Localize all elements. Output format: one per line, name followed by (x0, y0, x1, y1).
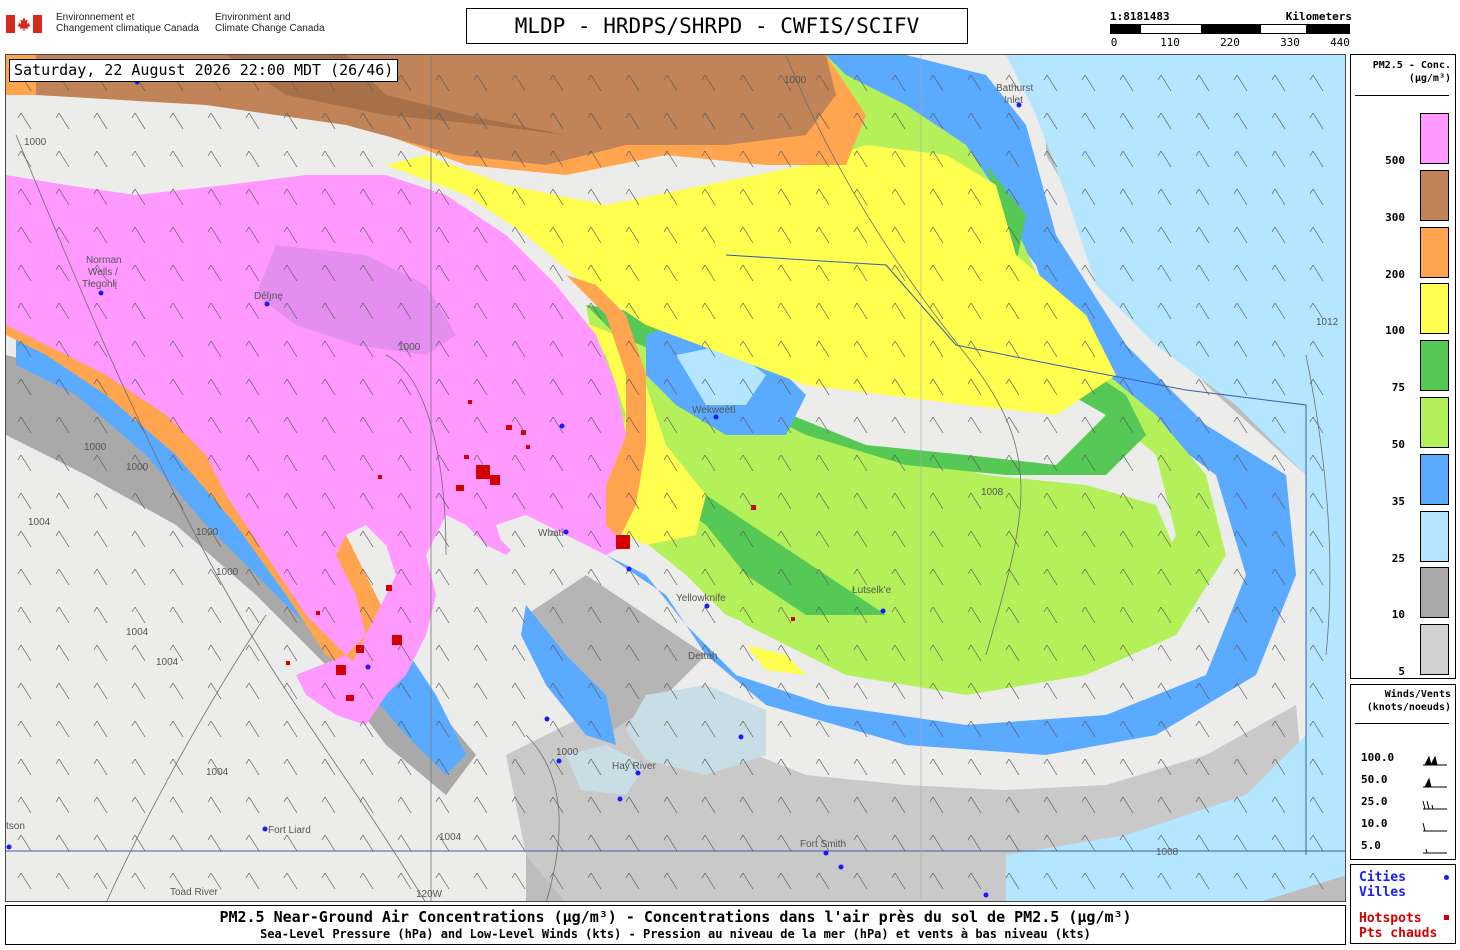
legend-swatch (1420, 397, 1449, 448)
wind-speed-label: 50.0 (1361, 773, 1388, 786)
scale-bar: 1:8181483 Kilometers 0 110 220 330 440 (1110, 10, 1352, 50)
place-label: Whatì (538, 528, 564, 539)
place-label: Toad River (170, 887, 218, 898)
scale-unit: Kilometers (1285, 10, 1352, 23)
isobar-label: 1000 (84, 442, 107, 453)
isobar-label: 1000 (784, 75, 807, 86)
legend-value: 300 (1385, 210, 1405, 224)
legend-value: 100 (1385, 324, 1405, 338)
isobar-label: 1008 (1156, 847, 1179, 858)
city-dot-icon (1444, 875, 1449, 880)
place-label: Dettah (688, 651, 717, 662)
wind-speed-label: 10.0 (1361, 817, 1388, 830)
marker-key: Cities Villes Hotspots Pts chauds (1350, 864, 1456, 944)
legend-swatch (1420, 169, 1449, 221)
map-canvas: 1000 1000 1000 1000 1000 1000 1000 1004 … (6, 55, 1345, 901)
wind-speed-label: 5.0 (1361, 839, 1381, 852)
legend-swatch (1420, 340, 1449, 392)
wind-barb-25-icon (1422, 800, 1447, 810)
hotspots-label: Hotspots (1359, 911, 1422, 926)
place-label: Hay River (612, 761, 657, 772)
isobar-label: 1000 (556, 747, 579, 758)
hotspot-square-icon (1444, 915, 1449, 920)
place-label: Inlet (1004, 95, 1023, 106)
legend-swatch (1420, 226, 1449, 278)
meridian-label: 120W (416, 889, 443, 900)
wind-barb-50-icon (1423, 777, 1447, 788)
legend-swatch (1420, 567, 1449, 619)
legend-value: 50 (1391, 438, 1405, 451)
scale-ratio: 1:8181483 (1110, 10, 1170, 23)
legend-swatch (1420, 283, 1449, 335)
legend-value: 200 (1385, 267, 1405, 281)
isobar-label: 1004 (126, 627, 149, 638)
wind-speed-label: 25.0 (1361, 795, 1388, 808)
legend-value: 5 (1398, 665, 1405, 679)
place-label: Fort Smith (800, 839, 846, 850)
place-label: Norman (86, 255, 122, 266)
forecast-timestamp: Saturday, 22 August 2026 22:00 MDT (26/4… (9, 59, 399, 82)
villes-label: Villes (1359, 885, 1406, 900)
place-label: Délı̨nę (254, 291, 283, 302)
isobar-label: 1012 (1316, 317, 1339, 328)
place-label: Łutselk'e (852, 585, 892, 596)
isobar-label: 1000 (24, 137, 47, 148)
place-label: Bathurst (996, 83, 1033, 94)
legend-swatch (1420, 624, 1449, 676)
place-label: Yellowknife (676, 593, 726, 604)
legend-value: 10 (1391, 608, 1405, 622)
pts-chauds-label: Pts chauds (1359, 926, 1438, 941)
scale-bar-graphic (1110, 24, 1350, 34)
legend-title: PM2.5 - Conc. (µg/m³) (1372, 60, 1451, 84)
scale-tick: 440 (1330, 36, 1350, 49)
place-label: Wekweètì (692, 405, 736, 416)
wind-barb-5-icon (1423, 848, 1447, 854)
map-caption: PM2.5 Near-Ground Air Concentrations (µg… (5, 905, 1346, 945)
wind-barb-100-icon (1423, 755, 1447, 766)
scale-tick: 330 (1280, 36, 1300, 49)
canada-flag-icon (6, 15, 42, 33)
wind-speed-label: 100.0 (1361, 751, 1395, 764)
government-signature: Environnement et Changement climatique C… (6, 12, 336, 40)
caption-line-1: PM2.5 Near-Ground Air Concentrations (µg… (219, 908, 1132, 926)
isobar-label: 1008 (981, 487, 1004, 498)
legend-swatch (1420, 510, 1449, 562)
legend-swatch (1420, 113, 1449, 164)
caption-line-2: Sea-Level Pressure (hPa) and Low-Level W… (260, 927, 1091, 941)
gov-name-en: Environment and Climate Change Canada (215, 12, 325, 34)
scale-tick: 110 (1160, 36, 1180, 49)
cities-label: Cities (1359, 870, 1406, 885)
isobar-label: 1000 (216, 567, 239, 578)
wind-legend-title: Winds/Vents (knots/noeuds) (1366, 689, 1451, 713)
isobar-label: 1004 (156, 657, 179, 668)
scale-tick: 0 (1110, 36, 1118, 49)
wind-legend: Winds/Vents (knots/noeuds) 100.0 50.0 25… (1350, 684, 1456, 860)
legend-value: 500 (1385, 154, 1405, 167)
isobar-label: 1004 (28, 517, 51, 528)
wind-barb-10-icon (1422, 822, 1447, 832)
place-label: Wells / (88, 267, 118, 278)
isobar-label: 1004 (439, 832, 462, 843)
legend-swatch (1420, 453, 1449, 505)
isobar-label: 1000 (196, 527, 219, 538)
place-label: Fort Liard (268, 825, 311, 836)
gov-name-fr: Environnement et Changement climatique C… (56, 12, 199, 34)
legend-value: 35 (1391, 494, 1405, 508)
isobar-label: 1000 (398, 342, 421, 353)
concentration-legend: PM2.5 - Conc. (µg/m³) 500 300 200 100 75 50 35… (1350, 54, 1456, 679)
isobar-label: 1000 (126, 462, 149, 473)
page-title: MLDP - HRDPS/SHRPD - CWFIS/SCIFV (466, 8, 968, 44)
place-label: tson (6, 821, 25, 832)
legend-value: 75 (1391, 381, 1405, 395)
scale-tick: 220 (1220, 36, 1240, 49)
smoke-forecast-map[interactable]: 1000 1000 1000 1000 1000 1000 1000 1004 … (5, 54, 1346, 902)
legend-value: 25 (1391, 551, 1405, 565)
place-label: Tłegohłį (82, 279, 117, 290)
